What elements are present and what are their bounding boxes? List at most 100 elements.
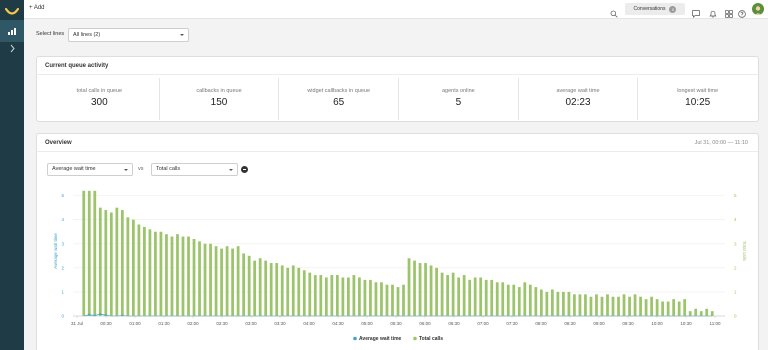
legend-swatch	[413, 336, 417, 341]
chart-bar	[655, 299, 659, 316]
metric-value: 5	[455, 97, 462, 108]
metric-card: average wait time 02:23	[519, 78, 639, 120]
chart-bar	[220, 248, 223, 316]
lines-select[interactable]: All lines (2)	[68, 28, 189, 42]
chart-bar	[120, 210, 124, 316]
metric-card: agents online 5	[399, 78, 519, 120]
chart-bar	[567, 291, 571, 316]
overview-title: Overview	[45, 140, 72, 146]
x-tick-label: 04:30	[332, 321, 344, 326]
x-tick-label: 07:00	[477, 321, 489, 326]
chart-bar	[457, 277, 461, 316]
grid-icon[interactable]	[725, 5, 733, 23]
primary-metric-value: Average wait time	[52, 166, 96, 172]
chart-bar	[225, 246, 229, 316]
x-tick-label: 00:30	[100, 321, 112, 326]
chart-bar	[148, 229, 152, 316]
chart-bar	[639, 296, 642, 316]
x-tick-label: 11:00	[710, 321, 721, 326]
remove-metric-icon[interactable]	[241, 166, 248, 173]
y-right-tick-label: 1	[734, 289, 737, 294]
chat-icon[interactable]	[692, 5, 700, 23]
chart-bar	[468, 279, 472, 316]
chart-bar	[661, 301, 665, 316]
chart-bar	[600, 296, 604, 316]
x-tick-label: 08:30	[564, 321, 576, 326]
conversations-label: Conversations	[633, 6, 666, 12]
y-right-tick-label: 3	[734, 241, 737, 246]
x-tick-label: 06:30	[448, 321, 460, 326]
select-lines-label: Select lines	[36, 31, 65, 37]
metric-value: 10:25	[685, 97, 711, 108]
legend-label: Average wait time	[359, 336, 402, 342]
y-right-tick-label: 2	[734, 265, 737, 270]
add-button[interactable]: + Add	[29, 5, 45, 11]
panel-divider	[37, 151, 758, 152]
chart-bar	[578, 294, 582, 316]
y-left-tick-label: 0	[61, 314, 64, 319]
chart-bar	[495, 282, 499, 316]
metric-value: 300	[90, 97, 108, 108]
help-icon[interactable]	[738, 5, 746, 23]
chart-bar	[380, 282, 383, 316]
chart-bar	[324, 277, 328, 316]
y-left-tick-label: 5	[61, 193, 64, 198]
chart-bar	[402, 284, 405, 316]
brand-logo-icon[interactable]	[4, 4, 20, 15]
chart-bar	[672, 299, 676, 316]
chart-bar	[176, 234, 179, 316]
chart-bar	[209, 243, 212, 316]
chart-bar	[286, 267, 290, 316]
chart-bar	[374, 282, 378, 316]
chart-bar	[628, 296, 631, 316]
y-left-tick-label: 3	[61, 241, 64, 246]
chart-bar	[683, 299, 687, 316]
chart-bar	[617, 296, 620, 316]
bell-icon[interactable]	[709, 5, 717, 23]
metric-label: agents online	[441, 88, 475, 94]
chart-bar	[291, 265, 295, 316]
x-tick-label: 01:30	[158, 321, 170, 326]
x-tick-label: 09:00	[593, 321, 605, 326]
user-avatar-icon[interactable]	[752, 3, 764, 15]
chart-bar	[198, 241, 201, 316]
conversations-button[interactable]: Conversations 0	[625, 3, 685, 15]
transfer-icon	[9, 40, 16, 58]
chart-bar	[534, 287, 538, 316]
x-tick-label: 06:00	[419, 321, 431, 326]
x-tick-label: 03:00	[245, 321, 257, 326]
chart-bar	[214, 246, 218, 316]
search-icon[interactable]	[610, 5, 618, 23]
chart-bar	[126, 217, 130, 316]
sidebar-item-connect[interactable]	[0, 38, 24, 60]
queue-panel-title: Current queue activity	[45, 63, 109, 69]
metric-label: total calls in queue	[76, 88, 123, 94]
chart-bar	[501, 282, 505, 316]
chart-bar	[358, 277, 361, 316]
chart-bar	[280, 265, 284, 316]
metric-label: callbacks in queue	[196, 88, 242, 94]
queue-activity-panel: Current queue activity total calls in qu…	[36, 56, 759, 122]
chart-bar	[633, 294, 637, 316]
chart-bar	[82, 190, 86, 316]
primary-metric-select[interactable]: Average wait time	[47, 163, 133, 176]
metric-card: total calls in queue 300	[40, 78, 160, 120]
metric-card: longest wait time 10:25	[638, 78, 757, 120]
x-tick-label: 07:30	[506, 321, 518, 326]
chart-bar	[435, 267, 438, 316]
vs-label: vs	[138, 166, 144, 172]
chart-bar	[93, 190, 97, 316]
x-tick-label: 08:00	[535, 321, 547, 326]
chart-bar	[131, 219, 135, 316]
legend-label: Total calls	[419, 336, 443, 342]
chart-bar	[413, 260, 416, 316]
x-tick-label: 01:00	[129, 321, 141, 326]
chart-bar	[506, 284, 510, 316]
secondary-metric-select[interactable]: Total calls	[151, 163, 238, 176]
chart-bar	[115, 207, 119, 316]
chart-bar	[187, 236, 190, 316]
y-left-tick-label: 4	[61, 217, 64, 222]
chart-bar	[451, 272, 455, 316]
chart-bar	[545, 291, 549, 316]
legend-swatch	[353, 336, 357, 341]
